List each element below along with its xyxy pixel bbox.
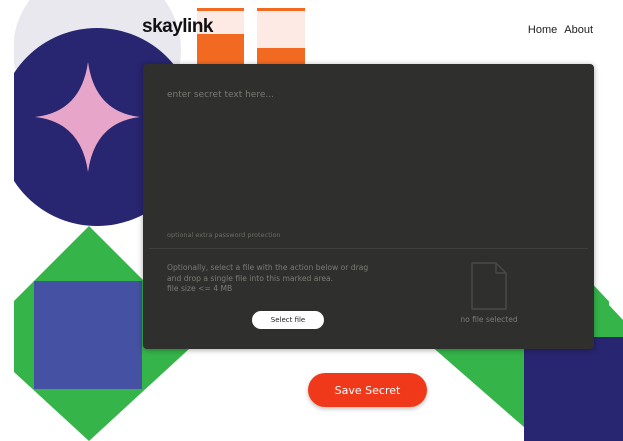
peach-bar-right <box>257 11 305 48</box>
brand-logo[interactable]: skaylink <box>142 16 214 38</box>
navy-block-shape <box>524 337 623 441</box>
password-field[interactable] <box>143 224 594 246</box>
orange-bar-right <box>257 8 305 68</box>
no-file-status: no file selected <box>460 315 518 324</box>
file-hint-line: file size <= 4 MB <box>167 284 233 293</box>
blue-square-shape <box>34 281 142 389</box>
file-drop-area[interactable]: Optionally, select a file with the actio… <box>149 248 588 344</box>
secret-form-panel: Optionally, select a file with the actio… <box>143 64 594 349</box>
secret-text-input[interactable] <box>143 64 594 224</box>
file-hint-line: and drop a single file into this marked … <box>167 273 334 283</box>
top-nav: Home About <box>528 24 593 36</box>
nav-about-link[interactable]: About <box>564 24 593 36</box>
file-hint-text: Optionally, select a file with the actio… <box>167 263 407 295</box>
document-icon <box>471 262 507 310</box>
save-secret-button[interactable]: Save Secret <box>308 373 427 407</box>
sparkle-icon <box>35 62 140 172</box>
nav-home-link[interactable]: Home <box>528 24 557 36</box>
select-file-button[interactable]: Select file <box>252 311 324 329</box>
file-hint-line: Optionally, select a file with the actio… <box>167 263 369 272</box>
